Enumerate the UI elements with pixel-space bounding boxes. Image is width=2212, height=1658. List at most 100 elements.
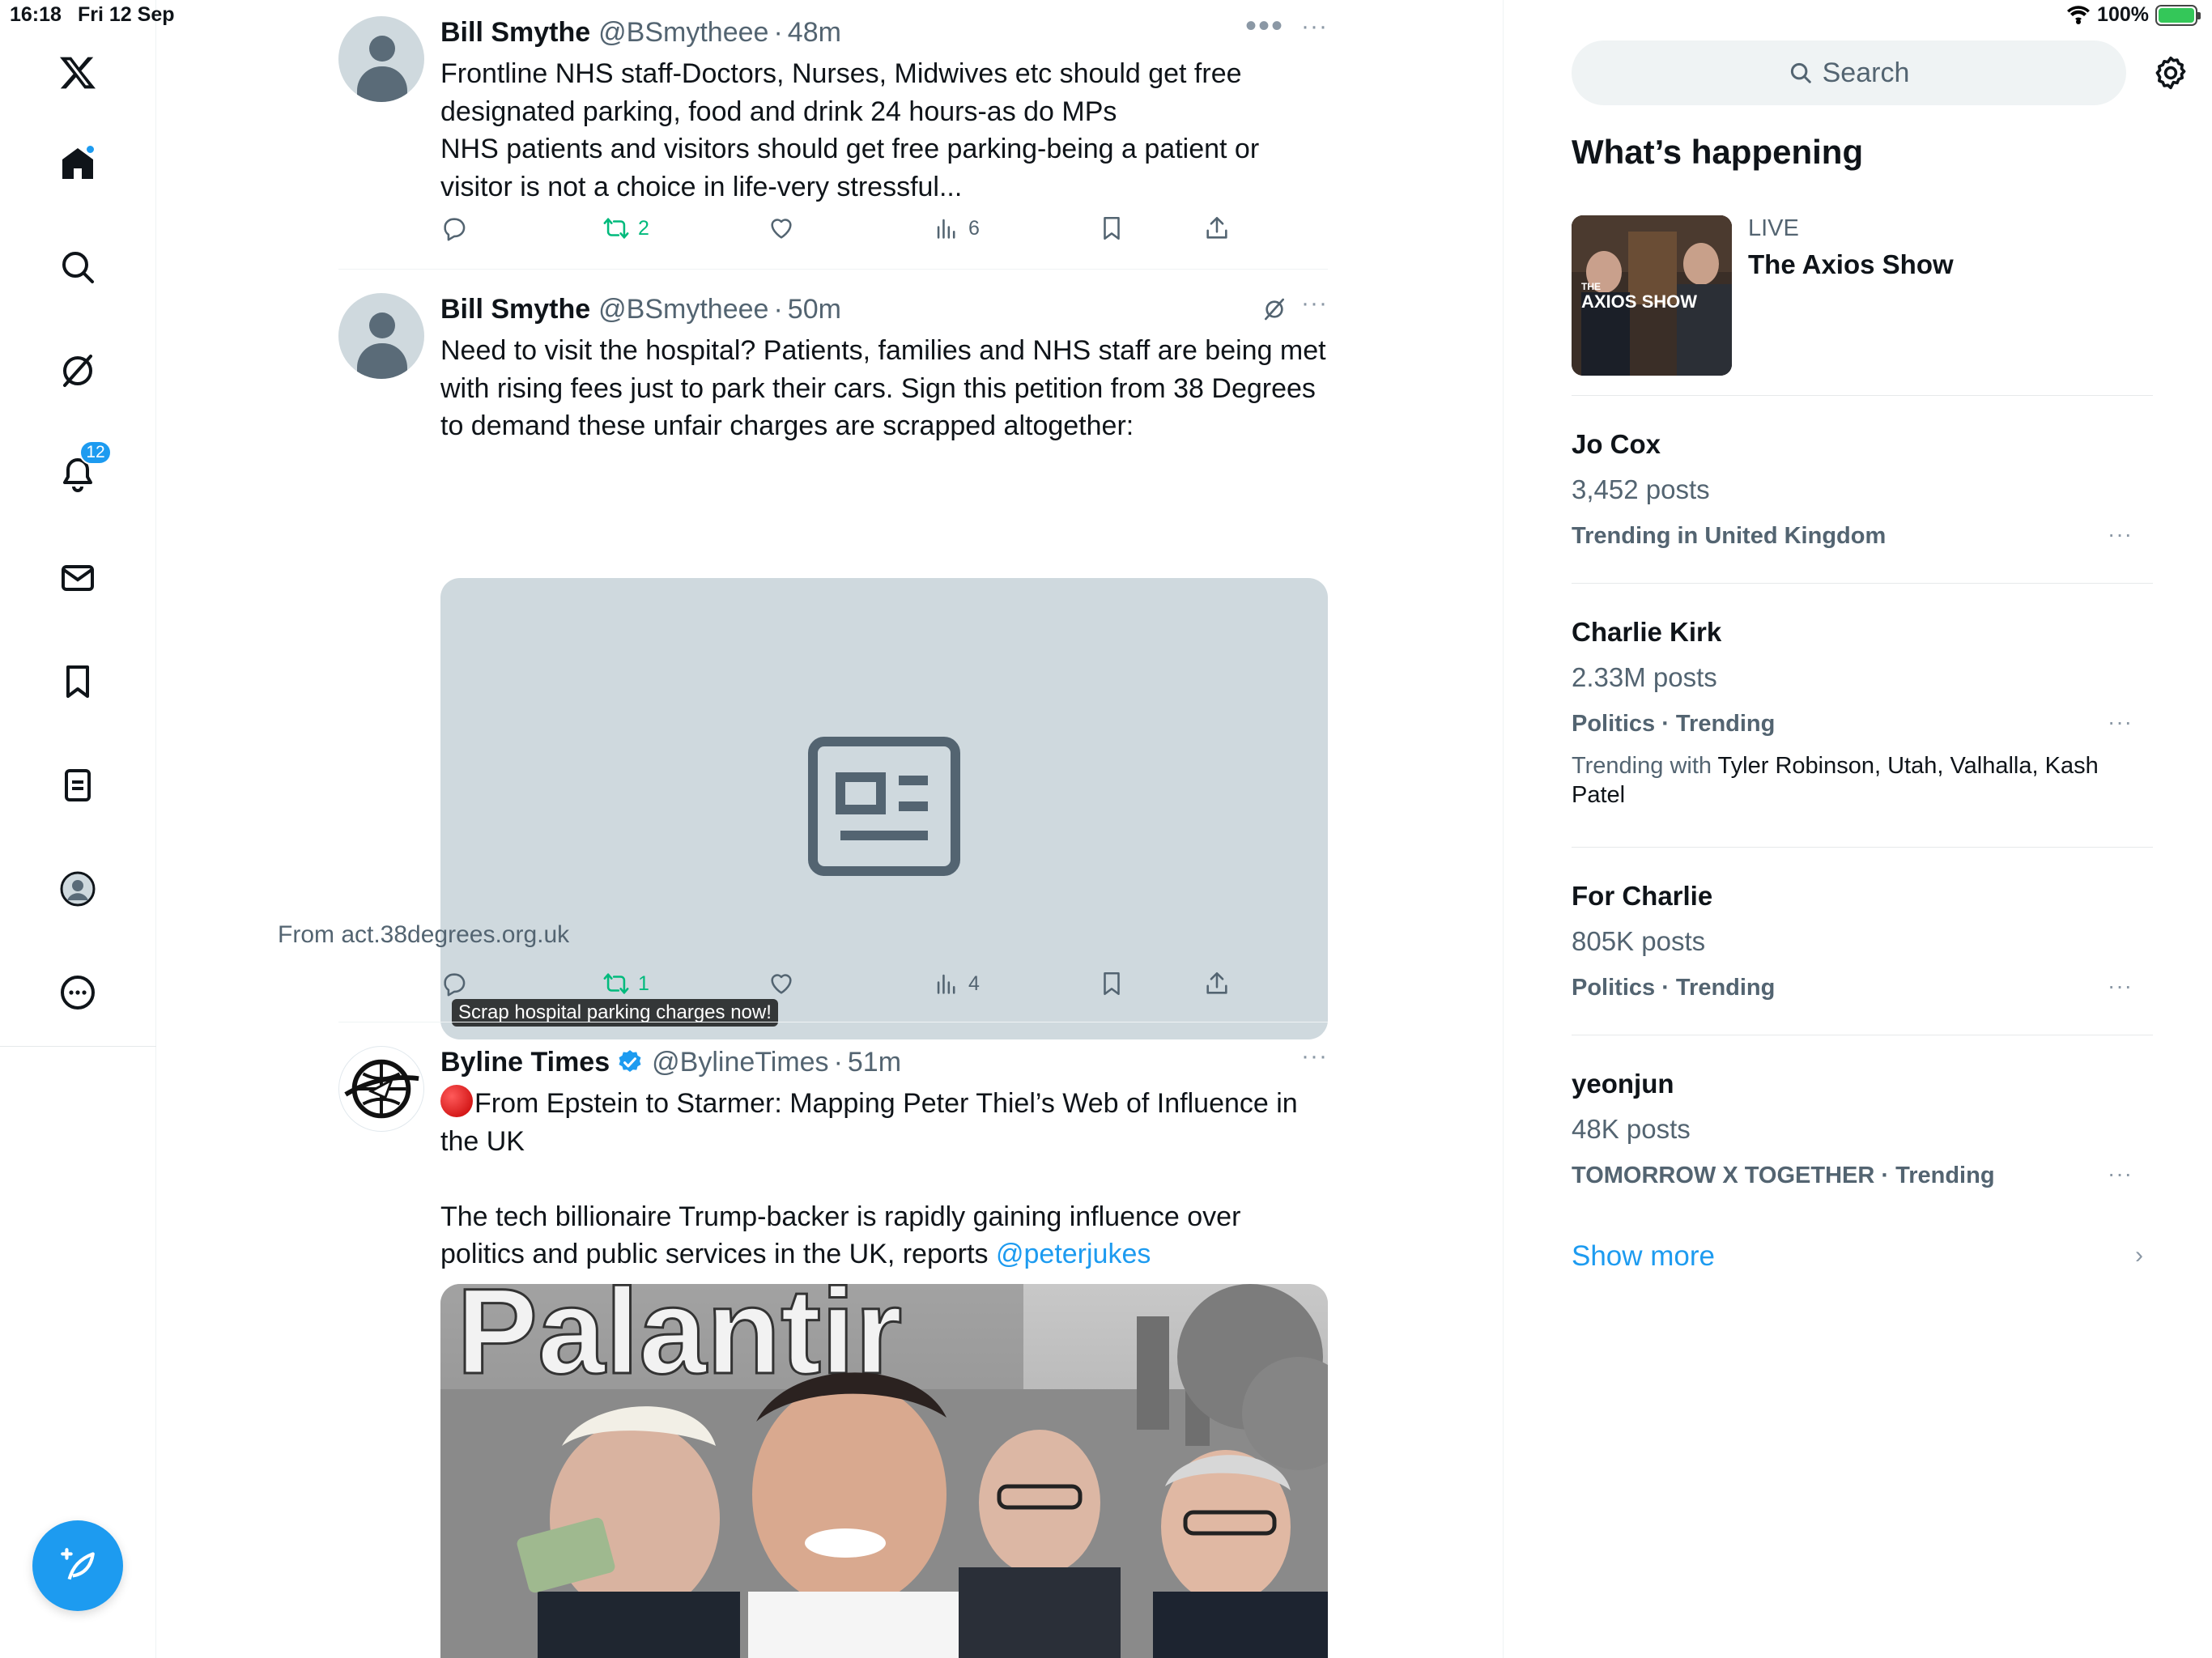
avatar[interactable] (338, 293, 424, 379)
home-icon[interactable] (52, 138, 104, 189)
sidebar-divider (1572, 395, 2153, 396)
more-options-icon[interactable]: ··· (1301, 1043, 1328, 1070)
bookmarks-icon[interactable] (52, 656, 104, 708)
reply-button[interactable] (440, 970, 468, 997)
search-placeholder: Search (1822, 57, 1910, 88)
bookmark-button[interactable] (1098, 215, 1125, 242)
live-thumbnail[interactable]: THE AXIOS SHOW (1572, 215, 1732, 376)
search-icon[interactable] (52, 241, 104, 293)
right-sidebar: Search What’s happening THE AXIOS SHOW L… (1504, 0, 2212, 1658)
notifications-icon[interactable]: 12 (52, 440, 112, 500)
retweet-button[interactable]: 2 (602, 215, 649, 242)
author-handle[interactable]: @BSmytheee (598, 294, 768, 325)
battery-icon (2155, 4, 2201, 26)
card-source[interactable]: From act.38degrees.org.uk (278, 921, 569, 949)
sidebar-divider (1572, 583, 2153, 584)
trending-with: Trending with Tyler Robinson, Utah, Valh… (1572, 751, 2138, 810)
trend-more-options-icon[interactable]: ··· (2108, 521, 2133, 547)
news-photo-collage: Palantir (440, 1284, 1328, 1658)
settings-gear-icon[interactable] (2151, 53, 2190, 92)
trend-context: TOMORROW X TOGETHER · Trending (1572, 1163, 1995, 1188)
heart-icon (771, 974, 792, 994)
axios-show-thumbnail-image: THE AXIOS SHOW (1572, 215, 1732, 376)
status-right: 100% (2066, 3, 2201, 27)
retweet-button[interactable]: 1 (602, 970, 649, 997)
share-icon (1206, 216, 1227, 239)
profile-icon[interactable] (52, 863, 104, 915)
trend-count: 3,452 posts (1572, 474, 1710, 504)
trend-count: 2.33M posts (1572, 662, 1717, 692)
tweet-text: Need to visit the hospital? Patients, fa… (440, 335, 1334, 441)
avatar[interactable] (338, 1046, 424, 1132)
messages-icon[interactable] (52, 552, 104, 604)
trend-name[interactable]: Charlie Kirk (1572, 617, 1721, 648)
tweet-text-line1: From Epstein to Starmer: Mapping Peter T… (440, 1088, 1306, 1157)
grok-icon[interactable] (1261, 296, 1287, 322)
post-time[interactable]: 50m (788, 294, 841, 325)
tweet-2-actions: 1 4 (440, 970, 1250, 1002)
sidebar-divider (1572, 847, 2153, 848)
trend-context: Politics · Trending (1572, 711, 1776, 737)
grok-icon[interactable] (52, 345, 104, 397)
more-options-icon[interactable]: ··· (1301, 290, 1328, 317)
status-time: 16:18 (10, 3, 62, 26)
like-button[interactable] (768, 970, 795, 997)
reply-icon (444, 973, 466, 997)
thumb-title-text: AXIOS SHOW (1581, 291, 1697, 312)
trending-with-label: Trending with (1572, 753, 1718, 779)
compose-post-button[interactable] (32, 1520, 123, 1611)
reply-button[interactable] (440, 215, 468, 242)
timeline: ••• Bill Smythe @BSmytheee · 48m ··· Fro… (156, 0, 1504, 1658)
views-count: 6 (968, 216, 980, 240)
bookmark-icon (1104, 971, 1120, 996)
lists-icon[interactable] (52, 759, 104, 811)
trend-more-options-icon[interactable]: ··· (2108, 973, 2133, 999)
share-button[interactable] (1203, 215, 1231, 242)
trend-count: 48K posts (1572, 1114, 1691, 1144)
trend-name[interactable]: Jo Cox (1572, 429, 1661, 460)
trend-count: 805K posts (1572, 926, 1706, 956)
heart-icon (771, 219, 792, 239)
battery-percent: 100% (2097, 3, 2149, 26)
author-name[interactable]: Bill Smythe (440, 294, 590, 325)
share-button[interactable] (1203, 970, 1231, 997)
trend-name[interactable]: For Charlie (1572, 881, 1712, 912)
trend-name[interactable]: yeonjun (1572, 1069, 1674, 1099)
live-title[interactable]: The Axios Show (1748, 249, 1954, 280)
red-circle-emoji-icon (440, 1085, 473, 1117)
x-logo-icon[interactable] (52, 47, 104, 99)
tweet-header: Bill Smythe @BSmytheee · 50m (440, 293, 841, 325)
views-count: 4 (968, 971, 980, 995)
live-label: LIVE (1748, 215, 1799, 241)
analytics-icon (937, 219, 955, 239)
bookmark-icon (1104, 216, 1120, 240)
chevron-right-icon: › (2135, 1242, 2143, 1269)
author-name[interactable]: Byline Times (440, 1047, 610, 1078)
status-bar: 16:18 Fri 12 Sep 100% (0, 0, 2212, 36)
analytics-icon (937, 974, 955, 994)
mention-link[interactable]: @peterjukes (996, 1239, 1151, 1269)
tweet-divider (338, 269, 1328, 270)
views-button[interactable]: 4 (933, 970, 980, 997)
article-placeholder-icon (808, 737, 960, 876)
tweet-text: Frontline NHS staff-Doctors, Nurses, Mid… (440, 58, 1260, 202)
bookmark-button[interactable] (1098, 970, 1125, 997)
trend-more-options-icon[interactable]: ··· (2108, 1161, 2133, 1187)
retweet-count: 1 (638, 971, 649, 995)
author-handle[interactable]: @BylineTimes (652, 1047, 828, 1078)
share-icon (1206, 971, 1227, 994)
search-input[interactable]: Search (1572, 40, 2126, 105)
search-icon (1790, 62, 1811, 83)
views-button[interactable]: 6 (933, 215, 980, 242)
whats-happening-heading: What’s happening (1572, 133, 1864, 171)
trend-context: Politics · Trending (1572, 975, 1776, 1001)
post-image[interactable]: Palantir (440, 1284, 1328, 1658)
post-time[interactable]: 51m (848, 1047, 901, 1078)
tweet-text: From Epstein to Starmer: Mapping Peter T… (440, 1085, 1328, 1273)
tweet-actions: 2 6 (440, 215, 1250, 247)
show-more-link[interactable]: Show more (1572, 1240, 1715, 1273)
retweet-icon (603, 218, 629, 239)
trend-more-options-icon[interactable]: ··· (2108, 709, 2133, 735)
more-options-icon[interactable] (52, 967, 104, 1018)
like-button[interactable] (768, 215, 795, 242)
